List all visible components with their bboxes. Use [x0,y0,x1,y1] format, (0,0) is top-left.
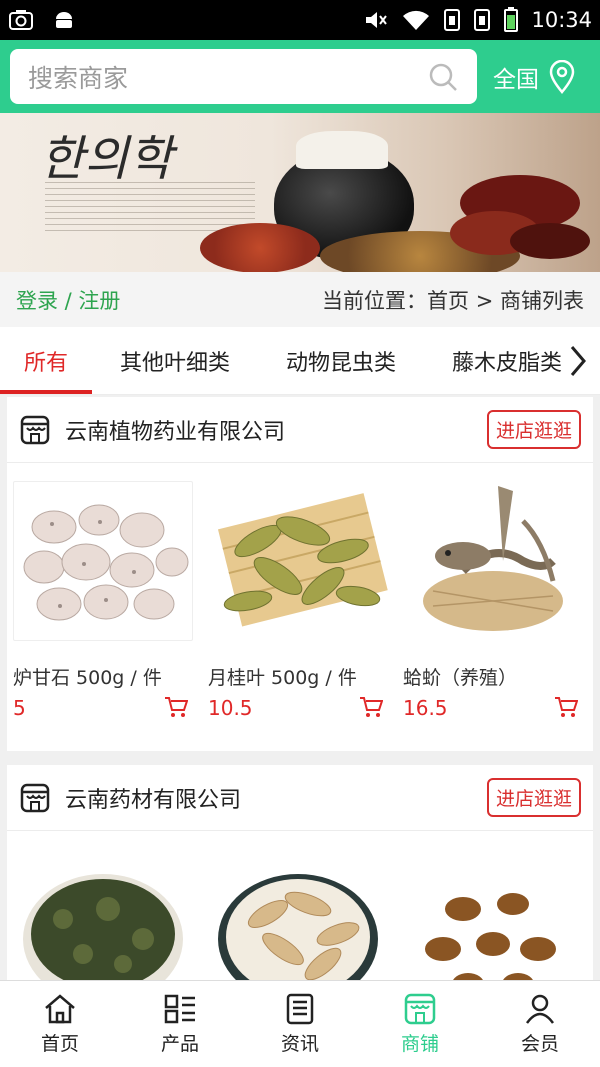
product-image [208,849,388,980]
product-list [7,831,593,980]
cart-icon[interactable] [359,696,383,718]
sim2-icon [474,9,491,31]
nav-member-label: 会员 [520,1032,559,1055]
search-placeholder: 搜索商家 [28,63,129,93]
product-item[interactable]: 炉甘石 500g / 件 5 [7,463,202,720]
user-icon [525,994,555,1024]
store-icon [20,415,50,444]
product-image [403,849,583,980]
shop-name: 云南植物药业有限公司 [65,419,286,445]
banner-herbs-red [200,223,320,272]
search-input[interactable]: 搜索商家 [10,49,477,104]
store-icon [404,993,436,1024]
search-icon[interactable] [427,61,459,93]
product-item[interactable] [202,831,397,980]
product-item[interactable]: 蛤蚧（养殖） 16.5 [397,463,592,720]
shop-header: 云南药材有限公司 进店逛逛 [7,765,593,831]
wifi-icon [403,10,430,30]
shop-card: 云南植物药业有限公司 进店逛逛 炉甘石 500g / 件 5 月桂叶 500g … [7,397,593,751]
android-icon [56,12,72,28]
shop-header: 云南植物药业有限公司 进店逛逛 [7,397,593,463]
news-icon [286,993,314,1024]
nav-home-label: 首页 [40,1032,79,1055]
category-tabs: 所有 其他叶细类 动物昆虫类 藤木皮脂类 [0,327,600,395]
nav-news-label: 资讯 [280,1032,319,1055]
shop-card: 云南药材有限公司 进店逛逛 [7,765,593,980]
nav-products[interactable]: 产品 [120,981,240,1067]
product-item[interactable] [7,831,202,980]
chevron-right-icon[interactable] [564,341,592,381]
status-bar: 10:34 [0,0,600,40]
breadcrumb: 当前位置：首页 > 商铺列表 [322,288,584,313]
product-name: 炉甘石 500g / 件 [13,667,162,689]
product-image [403,481,583,641]
product-name: 蛤蚧（养殖） [403,667,518,689]
product-item[interactable]: 月桂叶 500g / 件 10.5 [202,463,397,720]
home-icon [45,993,75,1023]
cart-icon[interactable] [554,696,578,718]
region-label: 全国 [493,66,539,93]
cart-icon[interactable] [164,696,188,718]
product-list: 炉甘石 500g / 件 5 月桂叶 500g / 件 10.5 蛤蚧（养殖） … [7,463,593,720]
enter-shop-button[interactable]: 进店逛逛 [486,778,581,817]
store-icon [20,783,50,812]
region-selector[interactable]: 全国 [493,59,577,94]
banner-image[interactable]: 한의학 [0,113,600,272]
clock: 10:34 [531,8,592,32]
sim1-icon [444,9,461,31]
tab-other-leaves[interactable]: 其他叶细类 [92,327,258,394]
product-image [13,481,193,641]
nav-stores[interactable]: 商铺 [360,981,480,1067]
product-image [208,481,388,641]
shop-name: 云南药材有限公司 [65,787,242,813]
screenshot-icon [9,10,33,30]
nav-products-label: 产品 [160,1032,199,1055]
nav-news[interactable]: 资讯 [240,981,360,1067]
location-row: 登录 / 注册 当前位置：首页 > 商铺列表 [0,272,600,327]
battery-charging-icon [504,7,519,32]
nav-member[interactable]: 会员 [480,981,600,1067]
mute-icon [366,12,388,28]
bottom-nav: 首页 产品 资讯 商铺 会员 [0,980,600,1067]
product-item[interactable] [397,831,592,980]
banner-reishi [450,175,590,259]
nav-stores-label: 商铺 [400,1032,439,1055]
tab-all[interactable]: 所有 [0,327,92,394]
header: 搜索商家 全国 [0,40,600,113]
location-pin-icon [549,59,575,94]
product-image [13,849,193,980]
enter-shop-button[interactable]: 进店逛逛 [486,410,581,449]
nav-home[interactable]: 首页 [0,981,120,1067]
login-register-link[interactable]: 登录 / 注册 [16,285,120,315]
tab-animal-insect[interactable]: 动物昆虫类 [258,327,424,394]
banner-jar-lid [296,131,388,169]
grid-list-icon [164,994,195,1023]
product-name: 月桂叶 500g / 件 [208,667,357,689]
banner-fine-print [45,177,255,231]
